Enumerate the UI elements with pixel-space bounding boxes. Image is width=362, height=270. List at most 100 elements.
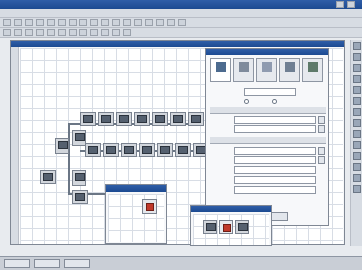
taskbar-item[interactable] [64,259,90,268]
row-input[interactable] [234,116,316,124]
row-input[interactable] [234,125,316,133]
paste-icon[interactable] [68,19,77,26]
taskbar-item[interactable] [4,259,30,268]
preview-window-titlebar [106,185,166,192]
tab-5[interactable] [302,58,323,82]
taskbar [0,256,362,270]
palette-icon[interactable] [353,75,361,83]
process-block[interactable] [134,112,150,126]
row-input[interactable] [234,147,316,155]
field-input-1[interactable] [244,88,296,96]
palette-icon[interactable] [353,119,361,127]
preview-window-title [106,185,109,192]
redo-icon[interactable] [90,19,99,26]
help-icon[interactable] [177,19,186,26]
taskbar-item[interactable] [34,259,60,268]
process-icon [191,115,201,123]
process-block[interactable] [72,130,86,146]
minimize-button[interactable] [336,1,344,8]
radio-2[interactable] [272,99,277,104]
print-icon[interactable] [35,19,44,26]
palette-icon[interactable] [353,130,361,138]
bring-front-icon[interactable] [57,29,66,36]
maximize-button[interactable] [346,1,355,8]
process-icon [43,173,53,181]
right-palette [350,40,362,246]
tab-2[interactable] [233,58,254,82]
row-input[interactable] [234,156,316,164]
preview-block[interactable] [203,220,217,234]
flip-icon[interactable] [90,29,99,36]
align-left-icon[interactable] [3,29,11,36]
preview-block[interactable] [235,220,249,234]
process-block[interactable] [55,138,69,154]
zoom-in-icon[interactable] [101,19,110,26]
palette-icon[interactable] [353,97,361,105]
process-block[interactable] [170,112,186,126]
palette-icon[interactable] [353,64,361,72]
new-icon[interactable] [3,19,11,26]
red-device-icon [223,224,231,232]
process-block[interactable] [72,170,86,186]
row-input[interactable] [234,166,316,174]
row-browse-button[interactable] [318,116,325,124]
row-browse-button[interactable] [318,156,325,164]
tab-4[interactable] [279,58,300,82]
palette-icon[interactable] [353,86,361,94]
process-block[interactable] [152,112,168,126]
palette-icon[interactable] [353,108,361,116]
process-block[interactable] [175,143,191,157]
zoom-out-icon[interactable] [112,19,121,26]
palette-icon[interactable] [353,163,361,171]
tab-1-icon [216,62,226,72]
row-browse-button[interactable] [318,125,325,133]
row-input[interactable] [234,186,316,194]
process-block[interactable] [157,143,173,157]
tab-1[interactable] [210,58,231,82]
preview-block[interactable] [142,199,157,214]
tab-3[interactable] [256,58,277,82]
process-block[interactable] [80,112,96,126]
window-controls [336,1,360,17]
align-right-icon[interactable] [24,29,33,36]
stop-icon[interactable] [166,19,175,26]
palette-icon[interactable] [353,152,361,160]
palette-icon[interactable] [353,174,361,182]
palette-icon[interactable] [353,42,361,50]
preview-window-2-titlebar [191,206,271,212]
palette-icon[interactable] [353,185,361,193]
open-icon[interactable] [13,19,22,26]
run-icon[interactable] [155,19,164,26]
process-block[interactable] [40,170,56,184]
pointer-icon[interactable] [134,19,143,26]
process-block[interactable] [103,143,119,157]
red-device-icon [146,203,154,211]
snap-icon[interactable] [123,29,132,36]
ungroup-icon[interactable] [46,29,55,36]
palette-icon[interactable] [353,53,361,61]
process-block[interactable] [98,112,114,126]
cut-icon[interactable] [46,19,55,26]
undo-icon[interactable] [79,19,88,26]
layer-icon[interactable] [112,29,121,36]
preview-block[interactable] [219,220,233,234]
process-block[interactable] [188,112,204,126]
process-block[interactable] [85,143,101,157]
group-icon[interactable] [35,29,44,36]
rotate-icon[interactable] [79,29,88,36]
grid-icon[interactable] [123,19,132,26]
process-block[interactable] [72,190,88,204]
lock-icon[interactable] [101,29,110,36]
copy-icon[interactable] [57,19,66,26]
radio-1[interactable] [244,99,249,104]
process-block[interactable] [139,143,155,157]
process-block[interactable] [116,112,132,126]
row-browse-button[interactable] [318,147,325,155]
save-icon[interactable] [24,19,33,26]
link-icon[interactable] [144,19,153,26]
send-back-icon[interactable] [68,29,77,36]
process-block[interactable] [121,143,137,157]
palette-icon[interactable] [353,141,361,149]
align-center-icon[interactable] [13,29,22,36]
row-input[interactable] [234,176,316,184]
